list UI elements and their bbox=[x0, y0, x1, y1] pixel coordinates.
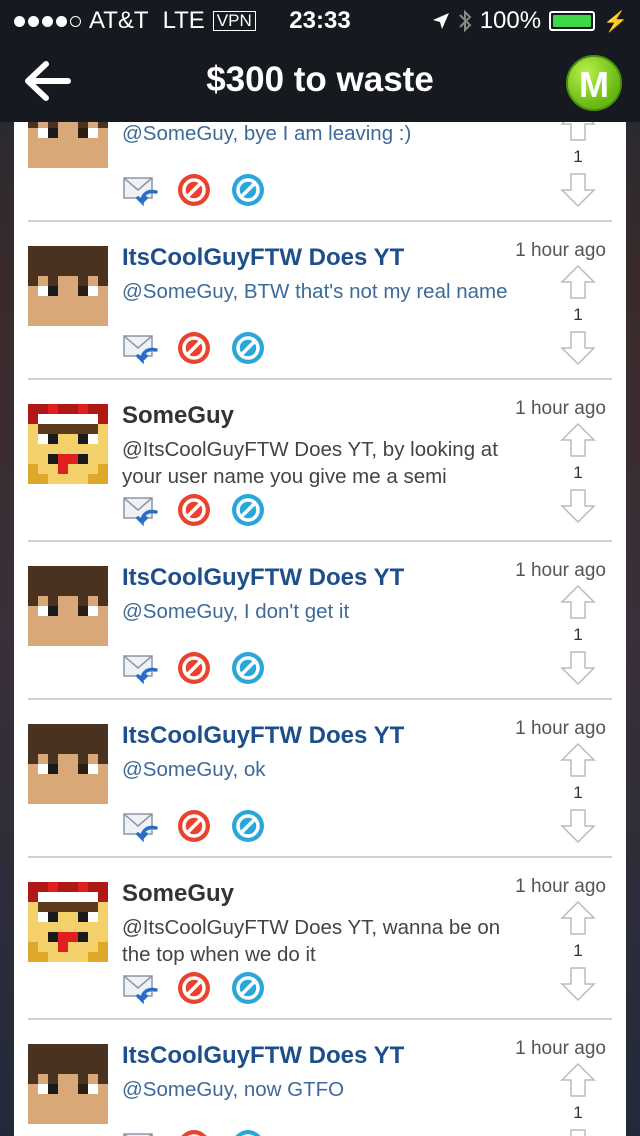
comment-timestamp: 1 hour ago bbox=[515, 560, 606, 581]
reply-mail-icon[interactable] bbox=[122, 1128, 158, 1136]
comment-author[interactable]: SomeGuy bbox=[122, 402, 234, 430]
reply-mail-icon[interactable] bbox=[122, 492, 158, 528]
reply-mail-icon[interactable] bbox=[122, 970, 158, 1006]
charging-icon: ⚡ bbox=[603, 10, 628, 33]
downvote-arrow-icon[interactable] bbox=[560, 650, 596, 686]
vote-control: 1 bbox=[558, 264, 598, 366]
vote-count: 1 bbox=[573, 305, 583, 324]
comment-item: ItsCoolGuyFTW Does YT 1 hour ago @SomeGu… bbox=[28, 1020, 612, 1136]
reply-mail-icon[interactable] bbox=[122, 808, 158, 844]
block-red-icon[interactable] bbox=[176, 172, 212, 208]
user-avatar[interactable] bbox=[28, 122, 108, 168]
comment-timestamp: 1 hour ago bbox=[515, 718, 606, 739]
upvote-arrow-icon[interactable] bbox=[560, 122, 596, 142]
comment-text: @SomeGuy, now GTFO bbox=[122, 1078, 345, 1101]
report-blue-icon[interactable] bbox=[230, 330, 266, 366]
report-blue-icon[interactable] bbox=[230, 172, 266, 208]
reply-mail-icon[interactable] bbox=[122, 172, 158, 208]
block-red-icon[interactable] bbox=[176, 492, 212, 528]
vote-control: 1 bbox=[558, 900, 598, 1002]
user-avatar[interactable] bbox=[28, 724, 108, 804]
upvote-arrow-icon[interactable] bbox=[560, 422, 596, 458]
upvote-arrow-icon[interactable] bbox=[560, 900, 596, 936]
downvote-arrow-icon[interactable] bbox=[560, 808, 596, 844]
block-red-icon[interactable] bbox=[176, 1128, 212, 1136]
vote-count: 1 bbox=[573, 147, 583, 166]
upvote-arrow-icon[interactable] bbox=[560, 584, 596, 620]
user-avatar[interactable] bbox=[28, 1044, 108, 1124]
status-bar: AT&T LTE VPN 23:33 100% ⚡ bbox=[0, 0, 640, 40]
battery-icon bbox=[549, 11, 596, 31]
vote-control: 1 bbox=[558, 742, 598, 844]
report-blue-icon[interactable] bbox=[230, 808, 266, 844]
report-blue-icon[interactable] bbox=[230, 970, 266, 1006]
vote-count: 1 bbox=[573, 783, 583, 802]
comment-timestamp: 1 hour ago bbox=[515, 1038, 606, 1059]
comment-item: @SomeGuy, bye I am leaving :) 1 bbox=[28, 122, 612, 222]
comment-text: @SomeGuy, BTW that's not my real name bbox=[122, 280, 508, 303]
comment-item: ItsCoolGuyFTW Does YT 1 hour ago @SomeGu… bbox=[28, 700, 612, 858]
vote-count: 1 bbox=[573, 1103, 583, 1122]
vote-control: 1 bbox=[558, 422, 598, 524]
page-title: $300 to waste bbox=[206, 60, 434, 99]
comment-author[interactable]: ItsCoolGuyFTW Does YT bbox=[122, 1042, 404, 1070]
user-avatar[interactable] bbox=[28, 566, 108, 646]
upvote-arrow-icon[interactable] bbox=[560, 264, 596, 300]
comment-feed[interactable]: @SomeGuy, bye I am leaving :) 1 ItsCoolG… bbox=[14, 122, 626, 1136]
comment-author[interactable]: SomeGuy bbox=[122, 880, 234, 908]
downvote-arrow-icon[interactable] bbox=[560, 1128, 596, 1136]
vote-control: 1 bbox=[558, 584, 598, 686]
app-logo-button[interactable]: M bbox=[566, 55, 622, 111]
comment-item: SomeGuy 1 hour ago @ItsCoolGuyFTW Does Y… bbox=[28, 858, 612, 1020]
reply-mail-icon[interactable] bbox=[122, 330, 158, 366]
location-arrow-icon bbox=[432, 13, 449, 29]
nav-bar: $300 to waste M bbox=[0, 40, 640, 122]
reply-mail-icon[interactable] bbox=[122, 650, 158, 686]
bluetooth-icon bbox=[458, 9, 472, 33]
report-blue-icon[interactable] bbox=[230, 492, 266, 528]
comment-author[interactable]: ItsCoolGuyFTW Does YT bbox=[122, 722, 404, 750]
comment-text: @ItsCoolGuyFTW Does YT, wanna be on the … bbox=[122, 916, 501, 966]
comment-item: ItsCoolGuyFTW Does YT 1 hour ago @SomeGu… bbox=[28, 222, 612, 380]
comment-text: @ItsCoolGuyFTW Does YT, by looking at yo… bbox=[122, 438, 498, 488]
user-avatar[interactable] bbox=[28, 882, 108, 962]
comment-author[interactable]: ItsCoolGuyFTW Does YT bbox=[122, 244, 404, 272]
user-avatar[interactable] bbox=[28, 404, 108, 484]
vote-control: 1 bbox=[558, 122, 598, 208]
comment-item: SomeGuy 1 hour ago @ItsCoolGuyFTW Does Y… bbox=[28, 380, 612, 542]
battery-percent: 100% bbox=[479, 7, 542, 34]
comment-timestamp: 1 hour ago bbox=[515, 876, 606, 897]
comment-text: @SomeGuy, ok bbox=[122, 758, 266, 781]
vote-control: 1 bbox=[558, 1062, 598, 1136]
comment-text: @SomeGuy, I don't get it bbox=[122, 600, 350, 623]
downvote-arrow-icon[interactable] bbox=[560, 488, 596, 524]
downvote-arrow-icon[interactable] bbox=[560, 966, 596, 1002]
comment-timestamp: 1 hour ago bbox=[515, 240, 606, 261]
block-red-icon[interactable] bbox=[176, 970, 212, 1006]
vote-count: 1 bbox=[573, 625, 583, 644]
downvote-arrow-icon[interactable] bbox=[560, 172, 596, 208]
upvote-arrow-icon[interactable] bbox=[560, 742, 596, 778]
upvote-arrow-icon[interactable] bbox=[560, 1062, 596, 1098]
comment-timestamp: 1 hour ago bbox=[515, 398, 606, 419]
block-red-icon[interactable] bbox=[176, 650, 212, 686]
comment-item: ItsCoolGuyFTW Does YT 1 hour ago @SomeGu… bbox=[28, 542, 612, 700]
report-blue-icon[interactable] bbox=[230, 1128, 266, 1136]
block-red-icon[interactable] bbox=[176, 330, 212, 366]
report-blue-icon[interactable] bbox=[230, 650, 266, 686]
downvote-arrow-icon[interactable] bbox=[560, 330, 596, 366]
block-red-icon[interactable] bbox=[176, 808, 212, 844]
comment-author[interactable]: ItsCoolGuyFTW Does YT bbox=[122, 564, 404, 592]
vote-count: 1 bbox=[573, 463, 583, 482]
vote-count: 1 bbox=[573, 941, 583, 960]
user-avatar[interactable] bbox=[28, 246, 108, 326]
comment-text: @SomeGuy, bye I am leaving :) bbox=[122, 122, 412, 145]
